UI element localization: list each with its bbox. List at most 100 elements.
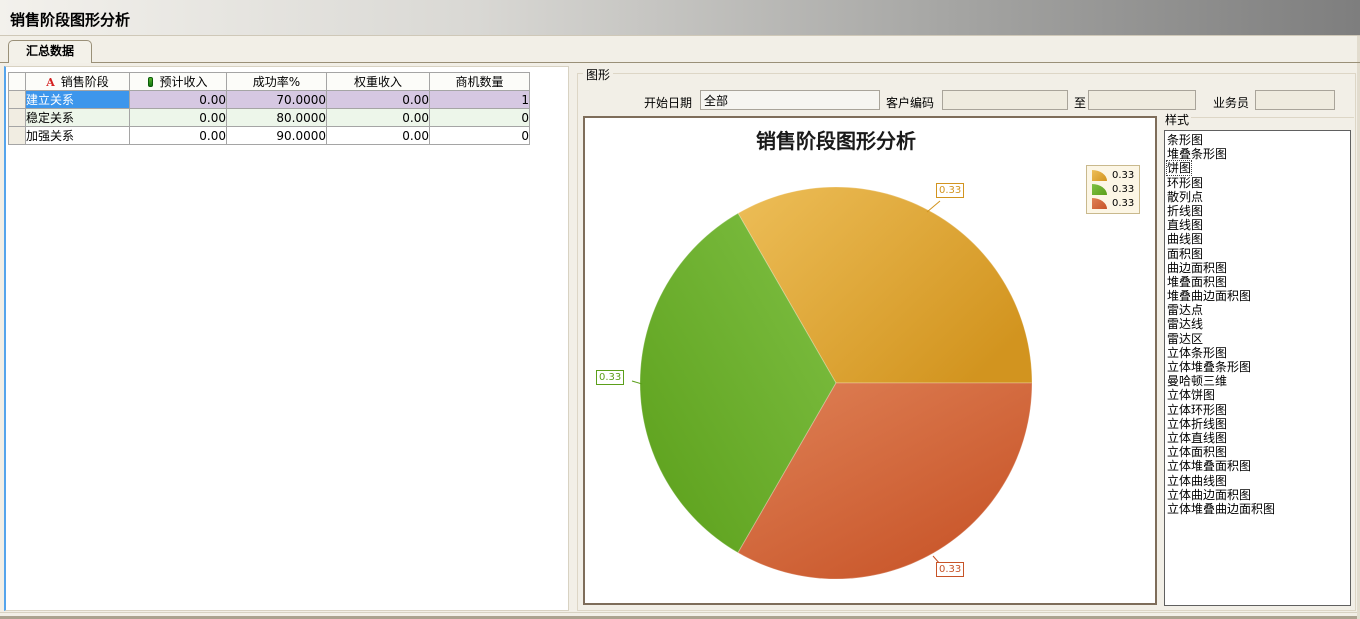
value-cell[interactable]: 0.00 (327, 91, 430, 109)
salesman-label: 业务员 (1213, 94, 1249, 111)
table-row[interactable]: 稳定关系0.0080.00000.000 (9, 109, 530, 127)
column-header-stage[interactable]: A销售阶段 (26, 73, 130, 91)
column-header-label: 商机数量 (455, 75, 503, 89)
legend-swatch-icon (1092, 198, 1107, 209)
style-list-item-label: 立体饼图 (1167, 388, 1215, 402)
value-cell[interactable]: 90.0000 (227, 127, 327, 145)
column-header-expected-revenue[interactable]: 预计收入 (130, 73, 227, 91)
style-list-item[interactable]: 曲边面积图 (1167, 261, 1349, 275)
column-header-weighted-revenue[interactable]: 权重收入 (327, 73, 430, 91)
style-list-item-label: 条形图 (1167, 133, 1203, 147)
table-row[interactable]: 建立关系0.0070.00000.001 (9, 91, 530, 109)
customer-code-to-input[interactable] (1088, 90, 1196, 110)
callout-leader-line (927, 201, 940, 212)
style-list-item[interactable]: 饼图 (1167, 161, 1349, 175)
legend-label: 0.33 (1112, 170, 1134, 181)
value-cell[interactable]: 0 (430, 127, 530, 145)
style-list-item-label: 立体堆叠条形图 (1167, 360, 1251, 374)
stage-cell[interactable]: 稳定关系 (26, 109, 130, 127)
style-list-item[interactable]: 曲线图 (1167, 232, 1349, 246)
style-list-item[interactable]: 折线图 (1167, 204, 1349, 218)
value-cell[interactable]: 0 (430, 109, 530, 127)
column-header-success-rate[interactable]: 成功率% (227, 73, 327, 91)
column-header-opportunity-count[interactable]: 商机数量 (430, 73, 530, 91)
style-groupbox-label: 样式 (1163, 111, 1191, 128)
style-list-item-label: 雷达区 (1167, 332, 1203, 346)
filter-pill-icon (148, 77, 153, 87)
start-date-input[interactable] (700, 90, 880, 110)
style-list-item[interactable]: 曼哈顿三维 (1167, 374, 1349, 388)
table-header-row: A销售阶段 预计收入 成功率% 权重收入 商机数量 (9, 73, 530, 91)
summary-table-panel: A销售阶段 预计收入 成功率% 权重收入 商机数量 建立关系0.0070.000… (4, 66, 569, 611)
customer-code-label: 客户编码 (886, 94, 934, 111)
row-selector[interactable] (9, 91, 26, 109)
value-cell[interactable]: 80.0000 (227, 109, 327, 127)
value-cell[interactable]: 0.00 (130, 127, 227, 145)
style-list-item[interactable]: 立体饼图 (1167, 388, 1349, 402)
style-list-item-label: 雷达线 (1167, 317, 1203, 331)
legend-label: 0.33 (1112, 184, 1134, 195)
value-cell[interactable]: 1 (430, 91, 530, 109)
stage-cell[interactable]: 加强关系 (26, 127, 130, 145)
style-list-item[interactable]: 立体面积图 (1167, 445, 1349, 459)
style-list-item[interactable]: 堆叠面积图 (1167, 275, 1349, 289)
slice-value-callout: 0.33 (936, 562, 964, 577)
style-list-item-label: 堆叠条形图 (1167, 147, 1227, 161)
style-list-item[interactable]: 面积图 (1167, 247, 1349, 261)
tab-summary-data[interactable]: 汇总数据 (8, 40, 92, 63)
style-list-item[interactable]: 雷达区 (1167, 332, 1349, 346)
style-list-item[interactable]: 立体堆叠条形图 (1167, 360, 1349, 374)
row-selector-header[interactable] (9, 73, 26, 91)
legend-row: 0.33 (1092, 184, 1134, 195)
to-label: 至 (1074, 94, 1086, 111)
style-list-item[interactable]: 散列点 (1167, 190, 1349, 204)
legend-label: 0.33 (1112, 198, 1134, 209)
slice-value-callout: 0.33 (936, 183, 964, 198)
column-header-label: 预计收入 (159, 75, 207, 89)
style-list-item[interactable]: 立体环形图 (1167, 403, 1349, 417)
style-list-item[interactable]: 直线图 (1167, 218, 1349, 232)
style-list-item-label: 折线图 (1167, 204, 1203, 218)
legend-row: 0.33 (1092, 170, 1134, 181)
style-list-item-label: 立体面积图 (1167, 445, 1227, 459)
style-list-item[interactable]: 环形图 (1167, 176, 1349, 190)
style-list-item[interactable]: 立体曲线图 (1167, 474, 1349, 488)
value-cell[interactable]: 0.00 (327, 109, 430, 127)
chart-title: 销售阶段图形分析 (585, 125, 1087, 154)
style-list-item[interactable]: 堆叠条形图 (1167, 147, 1349, 161)
customer-code-input[interactable] (942, 90, 1068, 110)
value-cell[interactable]: 0.00 (130, 109, 227, 127)
window-titlebar: 销售阶段图形分析 (0, 0, 1360, 36)
value-cell[interactable]: 0.00 (327, 127, 430, 145)
stage-cell[interactable]: 建立关系 (26, 91, 130, 109)
legend-swatch-icon (1092, 170, 1107, 181)
style-list-item[interactable]: 立体堆叠曲边面积图 (1167, 502, 1349, 516)
style-list-item-label: 环形图 (1167, 176, 1203, 190)
style-list-item[interactable]: 雷达线 (1167, 317, 1349, 331)
graph-groupbox-label: 图形 (583, 66, 613, 83)
style-list-item[interactable]: 立体条形图 (1167, 346, 1349, 360)
table-row[interactable]: 加强关系0.0090.00000.000 (9, 127, 530, 145)
style-list-item[interactable]: 立体堆叠面积图 (1167, 459, 1349, 473)
style-list-item[interactable]: 堆叠曲边面积图 (1167, 289, 1349, 303)
chart-legend: 0.33 0.33 0.33 (1086, 165, 1140, 214)
summary-table-body: 建立关系0.0070.00000.001稳定关系0.0080.00000.000… (9, 91, 530, 145)
style-list-item[interactable]: 立体直线图 (1167, 431, 1349, 445)
style-list-item[interactable]: 条形图 (1167, 133, 1349, 147)
style-list-item[interactable]: 立体折线图 (1167, 417, 1349, 431)
style-list-item-label: 曲边面积图 (1167, 261, 1227, 275)
style-list-item-label: 立体折线图 (1167, 417, 1227, 431)
value-cell[interactable]: 70.0000 (227, 91, 327, 109)
sort-a-icon: A (46, 76, 55, 89)
salesman-input[interactable] (1255, 90, 1335, 110)
style-list-item[interactable]: 雷达点 (1167, 303, 1349, 317)
style-list-item-label: 堆叠曲边面积图 (1167, 289, 1251, 303)
style-listbox[interactable]: 条形图堆叠条形图饼图环形图散列点折线图直线图曲线图面积图曲边面积图堆叠面积图堆叠… (1164, 130, 1351, 606)
row-selector[interactable] (9, 127, 26, 145)
pie-chart (585, 118, 1155, 603)
value-cell[interactable]: 0.00 (130, 91, 227, 109)
style-list-item[interactable]: 立体曲边面积图 (1167, 488, 1349, 502)
row-selector[interactable] (9, 109, 26, 127)
style-list-item-label: 堆叠面积图 (1167, 275, 1227, 289)
panel-bottom-divider (0, 612, 1360, 613)
